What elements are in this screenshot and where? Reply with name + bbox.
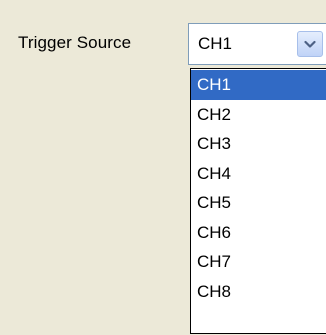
option-ch2[interactable]: CH2 xyxy=(191,100,326,130)
chevron-down-icon xyxy=(304,40,316,48)
dropdown-button[interactable] xyxy=(297,31,323,57)
trigger-source-label: Trigger Source xyxy=(18,33,132,52)
trigger-source-select[interactable]: CH1 xyxy=(188,23,326,65)
option-ch6[interactable]: CH6 xyxy=(191,218,326,248)
trigger-source-selected-value: CH1 xyxy=(198,34,233,53)
option-ch3[interactable]: CH3 xyxy=(191,129,326,159)
option-ch8[interactable]: CH8 xyxy=(191,277,326,307)
option-ch7[interactable]: CH7 xyxy=(191,247,326,277)
option-ch4[interactable]: CH4 xyxy=(191,159,326,189)
trigger-settings-panel: Trigger Source CH1 CH1 CH2 CH3 CH4 CH5 C… xyxy=(0,0,326,335)
option-ch5[interactable]: CH5 xyxy=(191,188,326,218)
option-ch1[interactable]: CH1 xyxy=(191,70,326,100)
trigger-source-dropdown-list: CH1 CH2 CH3 CH4 CH5 CH6 CH7 CH8 xyxy=(190,68,326,334)
